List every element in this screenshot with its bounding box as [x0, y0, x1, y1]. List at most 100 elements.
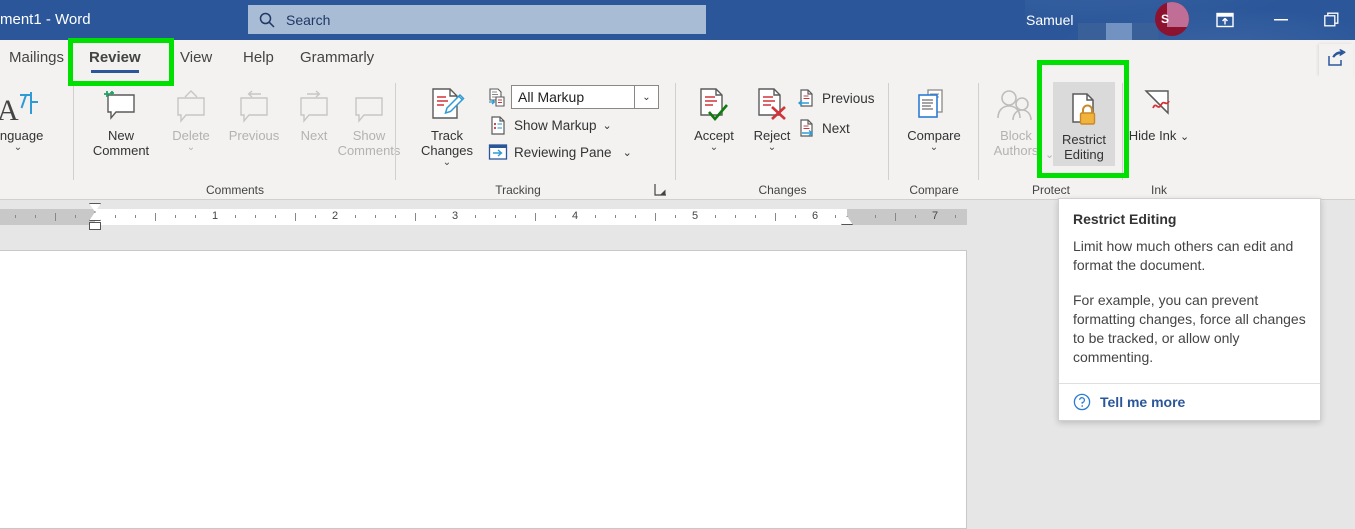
delete-comment-icon	[162, 80, 220, 124]
reviewing-pane-icon	[488, 142, 508, 162]
ribbon-group-comments: New Comment Delete ⌄ Previous Next Show …	[74, 76, 400, 200]
show-comments-button[interactable]: Show Comments	[336, 80, 402, 158]
ribbon-group-compare-label: Compare	[909, 183, 959, 197]
previous-comment-button[interactable]: Previous	[220, 80, 288, 143]
tab-mailings[interactable]: Mailings	[0, 40, 75, 76]
restrict-editing-button[interactable]: Restrict Editing	[1053, 82, 1115, 166]
ribbon: A anguage ⌄ age	[0, 76, 1355, 200]
chevron-down-icon: ⌄	[186, 142, 196, 153]
chevron-down-icon: ⌄	[929, 142, 939, 153]
track-changes-button[interactable]: Track Changes ⌄	[408, 80, 486, 168]
hide-ink-icon	[1127, 80, 1191, 124]
delete-comment-label: Delete	[172, 128, 210, 143]
accept-change-label: Accept	[694, 128, 734, 143]
title-bar: ment1 - Word Search Samuel S	[0, 0, 1355, 40]
restrict-editing-label: Restrict Editing	[1061, 132, 1107, 162]
ribbon-group-compare: Compare ⌄ Compare	[889, 76, 979, 200]
chevron-down-icon: ⌄	[1180, 131, 1190, 143]
reviewing-pane-label: Reviewing Pane	[514, 144, 612, 160]
chevron-down-icon: ⌄	[767, 142, 777, 153]
avatar[interactable]: S	[1155, 2, 1189, 36]
language-button[interactable]: A anguage ⌄	[0, 80, 68, 153]
next-change-label: Next	[822, 120, 850, 136]
chevron-down-icon: ⌄	[709, 142, 719, 153]
reviewing-pane-button[interactable]: Reviewing Pane ⌄	[488, 142, 632, 162]
share-button[interactable]	[1319, 44, 1353, 76]
tooltip-paragraph: For example, you can prevent formatting …	[1073, 292, 1306, 365]
horizontal-ruler[interactable]: 1 2 3 4 5 6 7	[0, 209, 967, 225]
redacted-avatar-overlay	[1167, 2, 1189, 27]
chevron-down-icon[interactable]: ⌄	[634, 86, 658, 108]
tab-help[interactable]: Help	[232, 40, 285, 76]
block-authors-icon	[983, 80, 1049, 124]
share-icon	[1327, 48, 1346, 72]
svg-text:A: A	[0, 94, 19, 124]
search-input[interactable]: Search	[248, 5, 706, 34]
new-comment-icon	[82, 80, 160, 124]
new-comment-button[interactable]: New Comment	[82, 80, 160, 158]
restrict-editing-icon	[1053, 84, 1115, 128]
delete-comment-button[interactable]: Delete ⌄	[162, 80, 220, 153]
compare-icon	[901, 80, 967, 124]
show-markup-label: Show Markup	[514, 117, 597, 133]
hide-ink-button[interactable]: Hide Ink ⌄	[1127, 80, 1191, 145]
ruler-number: 7	[931, 210, 939, 222]
compare-label: Compare	[907, 128, 961, 143]
ribbon-group-tracking-label: Tracking	[495, 183, 541, 197]
compare-button[interactable]: Compare ⌄	[901, 80, 967, 153]
block-authors-button[interactable]: Block Authors	[983, 80, 1049, 158]
reject-change-button[interactable]: Reject ⌄	[742, 80, 802, 153]
ribbon-group-tracking: Track Changes ⌄ All Markup ⌄ Show Markup…	[396, 76, 676, 200]
tell-me-more-link[interactable]: Tell me more	[1100, 394, 1185, 410]
accept-change-button[interactable]: Accept ⌄	[684, 80, 744, 153]
restrict-editing-tooltip: Restrict Editing Limit how much others c…	[1058, 198, 1321, 421]
tooltip-paragraph: Limit how much others can edit and forma…	[1073, 238, 1294, 273]
document-page[interactable]	[0, 250, 967, 529]
tab-view[interactable]: View	[169, 40, 223, 76]
next-comment-label: Next	[300, 128, 328, 143]
chevron-down-icon: ⌄	[602, 119, 612, 132]
tab-review[interactable]: Review	[78, 40, 152, 76]
ruler-number: 4	[571, 210, 579, 222]
previous-change-icon	[796, 88, 816, 108]
tab-active-underline	[91, 70, 139, 73]
next-comment-button[interactable]: Next	[290, 80, 338, 143]
tooltip-title: Restrict Editing	[1073, 211, 1177, 227]
show-markup-button[interactable]: Show Markup ⌄	[488, 115, 612, 135]
restore-button[interactable]	[1309, 0, 1355, 40]
ruler-right-margin	[847, 209, 967, 225]
previous-change-button[interactable]: Previous	[796, 88, 875, 108]
ruler-number: 1	[211, 210, 219, 222]
next-change-button[interactable]: Next	[796, 118, 850, 138]
help-circle-icon	[1073, 393, 1091, 411]
tooltip-footer[interactable]: Tell me more	[1059, 383, 1320, 420]
tab-grammarly[interactable]: Grammarly	[289, 40, 385, 76]
left-indent-marker[interactable]	[89, 222, 101, 230]
user-name-label: Samuel	[1026, 12, 1074, 28]
minimize-button[interactable]	[1258, 0, 1304, 40]
ribbon-group-protect-label: Protect	[1031, 183, 1070, 197]
display-for-review-combobox[interactable]: All Markup ⌄	[511, 85, 659, 109]
show-comments-icon	[336, 80, 402, 124]
ribbon-group-changes-label: Changes	[758, 183, 807, 197]
reject-change-icon	[742, 80, 802, 124]
redacted-user-detail	[1078, 23, 1158, 40]
block-authors-label: Block Authors	[993, 128, 1039, 158]
ribbon-tab-bar: Mailings Review View Help Grammarly	[0, 40, 1355, 76]
avatar-initial: S	[1160, 12, 1169, 26]
chevron-down-icon: ⌄	[13, 142, 23, 153]
document-title: ment1 - Word	[0, 11, 91, 28]
reject-change-label: Reject	[753, 128, 791, 143]
next-change-icon	[796, 118, 816, 138]
previous-comment-icon	[220, 80, 288, 124]
chevron-down-icon: ⌄	[442, 157, 452, 168]
tracking-dialog-launcher[interactable]	[652, 181, 668, 197]
language-icon: A	[0, 80, 68, 124]
hide-ink-label: Hide Ink ⌄	[1128, 128, 1190, 143]
search-icon	[258, 11, 276, 29]
ribbon-display-options-button[interactable]	[1202, 0, 1248, 40]
ruler-number: 3	[451, 210, 459, 222]
tooltip-body: Limit how much others can edit and forma…	[1073, 237, 1306, 367]
ribbon-group-protect: Block Authors ⌄ Restrict Editing Protect	[979, 76, 1123, 200]
display-for-review-icon	[488, 88, 508, 108]
